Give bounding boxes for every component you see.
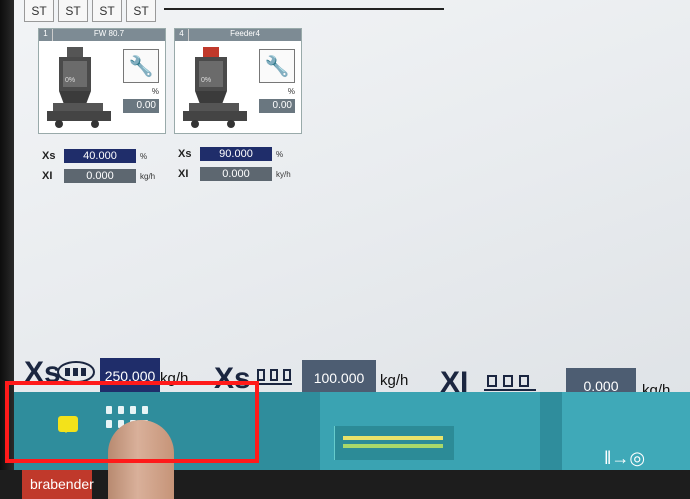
pct-label: % bbox=[151, 87, 159, 96]
pct-label: % bbox=[287, 87, 295, 96]
highlight-box bbox=[5, 381, 259, 463]
feeder-1-xs-row: Xs 40.000 % bbox=[42, 149, 147, 163]
feeder-4-xi-row: XI 0.000 ky/h bbox=[178, 167, 291, 181]
xs-total-value[interactable]: 100.000 bbox=[302, 360, 376, 396]
header-underline bbox=[164, 0, 444, 10]
feeder-machine-icon bbox=[183, 47, 247, 128]
xs-unit: % bbox=[276, 149, 284, 159]
bottom-bezel bbox=[0, 470, 690, 499]
wrench-icon[interactable]: 🔧 bbox=[123, 49, 159, 83]
brand-logo: brabender bbox=[22, 470, 94, 499]
xs-value[interactable]: 90.000 bbox=[200, 147, 272, 161]
feeder-card-4[interactable]: 4 Feeder4 0% 🔧 % 0.00 bbox=[174, 28, 302, 134]
xs-value[interactable]: 40.000 bbox=[64, 149, 136, 163]
xs-label: Xs bbox=[42, 150, 56, 162]
feeder-machine-icon bbox=[47, 47, 111, 128]
station-tabs: ST ST ST ST bbox=[24, 0, 156, 22]
xi-label: XI bbox=[178, 168, 189, 180]
tab-st-1[interactable]: ST bbox=[24, 0, 54, 22]
feeder-link-icon[interactable]: ‖→◎ bbox=[604, 448, 645, 469]
xs-label: Xs bbox=[178, 148, 192, 160]
feeder-card-1[interactable]: 1 FW 80.7 0% 🔧 % 0.00 bbox=[38, 28, 166, 134]
feeders-icon-2 bbox=[484, 375, 536, 391]
feeder-number: 1 bbox=[39, 29, 53, 41]
pct-value: 0.00 bbox=[123, 99, 159, 113]
fill-level: 0% bbox=[201, 77, 212, 84]
tab-st-3[interactable]: ST bbox=[92, 0, 122, 22]
trend-line bbox=[343, 444, 443, 448]
feeder-name: Feeder4 bbox=[230, 29, 260, 38]
wrench-icon[interactable]: 🔧 bbox=[259, 49, 295, 83]
trend-line bbox=[343, 436, 443, 440]
feeder-header: 4 Feeder4 bbox=[175, 29, 301, 41]
xi-label: XI bbox=[42, 170, 53, 182]
pct-value: 0.00 bbox=[259, 99, 295, 113]
xi-value: 0.000 bbox=[200, 167, 272, 181]
feeder-4-xs-row: Xs 90.000 % bbox=[178, 147, 283, 161]
feeder-1-xi-row: XI 0.000 kg/h bbox=[42, 169, 155, 183]
feeder-header: 1 FW 80.7 bbox=[39, 29, 165, 41]
xs-total-unit: kg/h bbox=[380, 372, 409, 389]
xi-value: 0.000 bbox=[64, 169, 136, 183]
tab-st-4[interactable]: ST bbox=[126, 0, 156, 22]
tab-st-2[interactable]: ST bbox=[58, 0, 88, 22]
xi-unit: kg/h bbox=[140, 171, 156, 181]
xs-unit: % bbox=[140, 151, 148, 161]
feeder-number: 4 bbox=[175, 29, 189, 41]
feeders-icon bbox=[256, 369, 292, 385]
feeder-name: FW 80.7 bbox=[93, 29, 125, 38]
xi-unit: ky/h bbox=[276, 169, 291, 179]
trend-strip-icon[interactable] bbox=[334, 426, 454, 460]
fill-level: 0% bbox=[65, 77, 76, 84]
